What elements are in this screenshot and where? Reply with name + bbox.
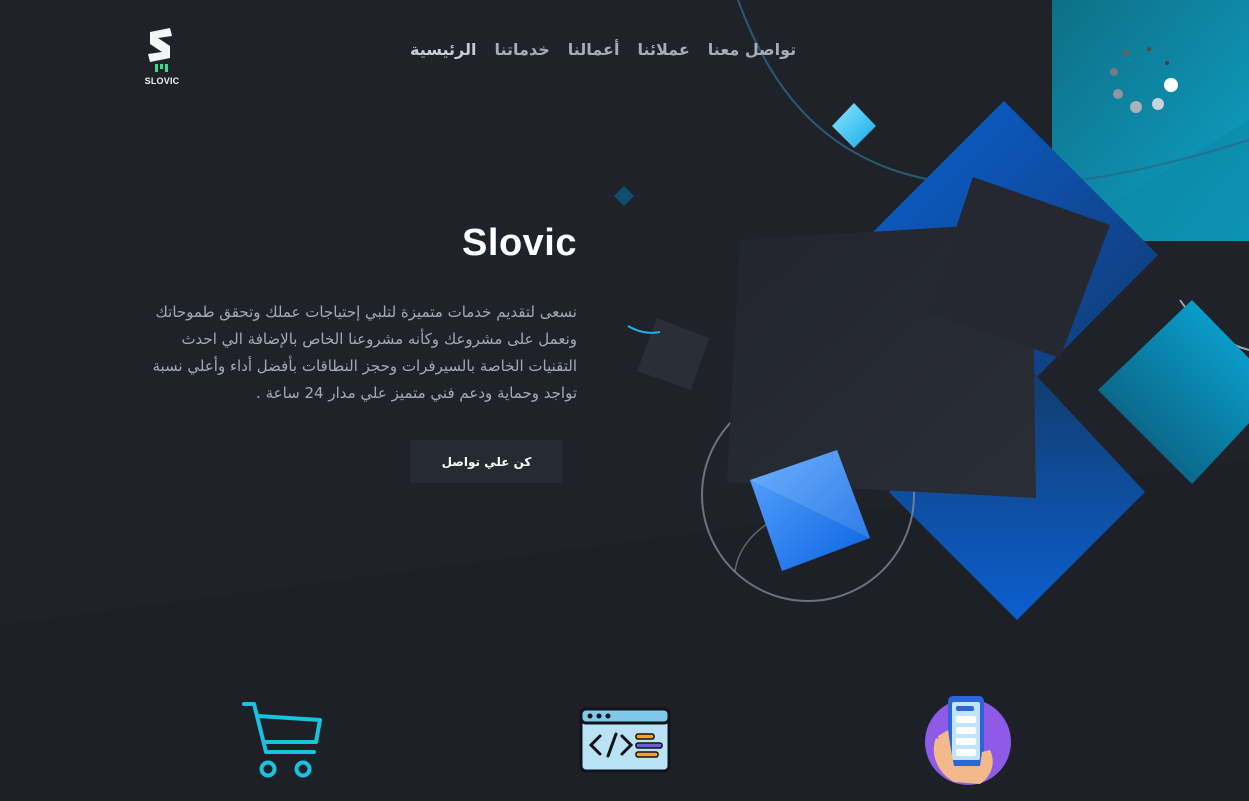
main-nav: الرئيسية خدماتنا أعمالنا عملائنا تواصل م… — [410, 40, 796, 64]
hero-description: نسعى لتقديم خدمات متميزة لتلبي إحتياجات … — [152, 303, 577, 402]
mobile-app-icon — [925, 696, 1011, 785]
code-window-icon — [579, 707, 671, 773]
nav-item-works[interactable]: أعمالنا — [568, 40, 620, 64]
page-title: Slovic — [462, 222, 577, 264]
shopping-cart-icon — [242, 702, 322, 778]
contact-button[interactable]: كن علي تواصل — [410, 440, 563, 483]
logo-text: SLOVIC — [144, 76, 180, 86]
nav-item-clients[interactable]: عملائنا — [637, 40, 689, 64]
brand-logo[interactable]: SLOVIC — [140, 24, 184, 90]
nav-item-services[interactable]: خدماتنا — [495, 40, 550, 64]
slovic-logo-icon — [148, 28, 172, 72]
nav-item-contact[interactable]: تواصل معنا — [708, 40, 796, 64]
nav-item-home[interactable]: الرئيسية — [410, 40, 477, 64]
